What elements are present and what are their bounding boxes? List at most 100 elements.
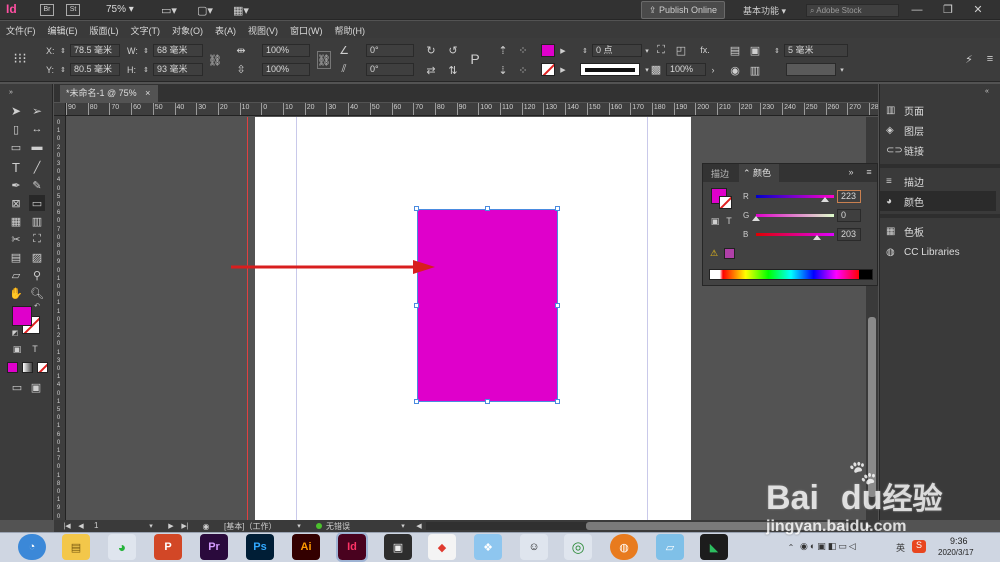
- ruler-origin[interactable]: [54, 103, 66, 116]
- fill-swatch[interactable]: [541, 44, 555, 57]
- pencil-tool-icon[interactable]: ✎: [29, 177, 45, 193]
- tab-stroke[interactable]: 描边: [711, 167, 729, 180]
- default-colors-icon[interactable]: ◩: [10, 328, 20, 337]
- menu-view[interactable]: 视图(V): [248, 26, 278, 36]
- clock-time[interactable]: 9:36: [950, 536, 968, 546]
- object-style-select[interactable]: [786, 63, 836, 76]
- gamut-swatch[interactable]: [724, 248, 735, 259]
- flip-h-icon[interactable]: ⇄: [424, 63, 438, 77]
- tray-expand-icon[interactable]: ⌃: [786, 541, 796, 553]
- h-field[interactable]: 93 毫米: [153, 63, 203, 76]
- gap-field[interactable]: 5 毫米: [784, 44, 848, 57]
- browser-app-icon[interactable]: ◆: [428, 534, 456, 560]
- rectangle-frame-icon[interactable]: ⊠: [8, 195, 24, 211]
- x-field[interactable]: 78.5 毫米: [70, 44, 120, 57]
- flip-v-icon[interactable]: ⇅: [446, 63, 460, 77]
- panel-item-swatches[interactable]: ▦ 色板: [886, 221, 924, 241]
- opacity-field[interactable]: 100%: [666, 63, 706, 76]
- swap-colors-icon[interactable]: ↶: [32, 302, 42, 310]
- panel-container-icon[interactable]: ▣: [709, 215, 721, 227]
- line-tool-icon[interactable]: ╱: [29, 159, 45, 175]
- rectangle-tool-icon[interactable]: ▭: [29, 195, 45, 211]
- menu-object[interactable]: 对象(O): [172, 26, 203, 36]
- minimize-icon[interactable]: —: [907, 2, 927, 17]
- screen-mode-icon[interactable]: ▢▾: [194, 3, 216, 17]
- clock-date[interactable]: 2020/3/17: [938, 548, 974, 557]
- selection-handle[interactable]: [485, 206, 490, 211]
- select-next-icon[interactable]: ⁘: [516, 63, 530, 77]
- hand-tool-icon[interactable]: ✋: [8, 285, 24, 301]
- firefox-icon[interactable]: ◍: [610, 534, 638, 560]
- arrange-icon[interactable]: ▦▾: [230, 3, 252, 17]
- corner-options-icon[interactable]: ◰: [674, 43, 688, 57]
- preflight-dropdown-icon[interactable]: ▾: [398, 520, 408, 532]
- r-field[interactable]: 223: [837, 190, 861, 203]
- illustrator-icon[interactable]: Ai: [292, 534, 320, 560]
- b-slider-thumb[interactable]: [813, 235, 821, 240]
- rotate-cw-icon[interactable]: ↻: [424, 43, 438, 57]
- preview-mode-icon[interactable]: ▣: [29, 380, 43, 394]
- workspace-style[interactable]: [基本]（工作）: [224, 521, 276, 532]
- dock-collapse-icon[interactable]: «: [980, 87, 994, 95]
- object-style-dropdown-icon[interactable]: ▾: [837, 63, 847, 76]
- content-placer-icon[interactable]: ▬: [29, 139, 45, 155]
- selection-handle[interactable]: [555, 303, 560, 308]
- panel-item-color[interactable]: ◕ 颜色: [880, 191, 996, 211]
- sogou-icon[interactable]: S: [912, 540, 926, 553]
- spectrum-bar[interactable]: [709, 269, 873, 280]
- panel-text-icon[interactable]: T: [723, 215, 735, 227]
- gap-tool-icon[interactable]: ↔: [29, 121, 45, 137]
- w-stepper-icon[interactable]: ⇕: [141, 44, 151, 57]
- selection-handle[interactable]: [414, 303, 419, 308]
- restore-icon[interactable]: ❐: [938, 2, 958, 17]
- premiere-icon[interactable]: Pr: [200, 534, 228, 560]
- start-button[interactable]: ◔: [18, 534, 46, 560]
- bridge-button[interactable]: Br: [40, 4, 54, 16]
- selection-handle[interactable]: [414, 206, 419, 211]
- gap-stepper-icon[interactable]: ⇕: [772, 44, 782, 57]
- hscroll-left-icon[interactable]: ◀: [414, 520, 424, 532]
- direct-selection-icon[interactable]: ➢: [29, 103, 45, 119]
- apply-color-icon[interactable]: [7, 362, 18, 373]
- text-wrap-jump-icon[interactable]: ▥: [748, 63, 762, 77]
- fill-menu-icon[interactable]: ▶: [558, 44, 568, 57]
- panel-item-libraries[interactable]: ◍ CC Libraries: [886, 242, 960, 262]
- indesign-taskbar-icon[interactable]: Id: [336, 532, 368, 562]
- wechat-icon[interactable]: ◕: [108, 534, 136, 560]
- tools-collapse-icon[interactable]: »: [4, 88, 18, 96]
- text-wrap-shape-icon[interactable]: ◉: [728, 63, 742, 77]
- gradient-swatch-icon[interactable]: ▤: [8, 249, 24, 265]
- view-options-icon[interactable]: ▭▾: [158, 3, 180, 17]
- gradient-feather-icon[interactable]: ▨: [29, 249, 45, 265]
- prev-page-icon[interactable]: ◀: [76, 520, 86, 532]
- zoom-tool-icon[interactable]: 🔍︎: [29, 285, 45, 301]
- panel-item-layers[interactable]: ◈ 图层: [886, 120, 924, 140]
- menu-file[interactable]: 文件(F): [6, 26, 36, 36]
- close-icon[interactable]: ✕: [968, 2, 988, 17]
- g-field[interactable]: 0: [837, 209, 861, 222]
- document-tab[interactable]: *未命名-1 @ 75% ×: [60, 85, 158, 102]
- ime-indicator[interactable]: 英: [896, 541, 905, 554]
- select-content-icon[interactable]: ⇣: [496, 63, 510, 77]
- workspace-switcher[interactable]: 基本功能 ▾: [743, 4, 786, 17]
- selection-handle[interactable]: [414, 399, 419, 404]
- g-slider-thumb[interactable]: [752, 216, 760, 221]
- note-tool-icon[interactable]: ▱: [8, 267, 24, 283]
- photoshop-icon[interactable]: Ps: [246, 534, 274, 560]
- text-wrap-bbox-icon[interactable]: ▣: [748, 43, 762, 57]
- panel-options-icon[interactable]: ≡: [863, 166, 875, 178]
- apply-gradient-icon[interactable]: [22, 362, 33, 373]
- panel-stroke-box[interactable]: [719, 196, 732, 209]
- menu-type[interactable]: 文字(T): [131, 26, 161, 36]
- type-tool-icon[interactable]: T: [8, 159, 24, 175]
- notes-app-icon[interactable]: ▱: [656, 534, 684, 560]
- r-slider-thumb[interactable]: [821, 197, 829, 202]
- scale-x-field[interactable]: 100%: [262, 44, 310, 57]
- page-dropdown-icon[interactable]: ▾: [146, 520, 156, 532]
- path-icon[interactable]: P: [466, 48, 484, 70]
- formatting-text-icon[interactable]: T: [28, 342, 42, 356]
- menu-table[interactable]: 表(A): [215, 26, 236, 36]
- table-tool-icon[interactable]: ▦: [8, 213, 24, 229]
- bird-app-icon[interactable]: ❖: [474, 534, 502, 560]
- y-stepper-icon[interactable]: ⇕: [58, 63, 68, 76]
